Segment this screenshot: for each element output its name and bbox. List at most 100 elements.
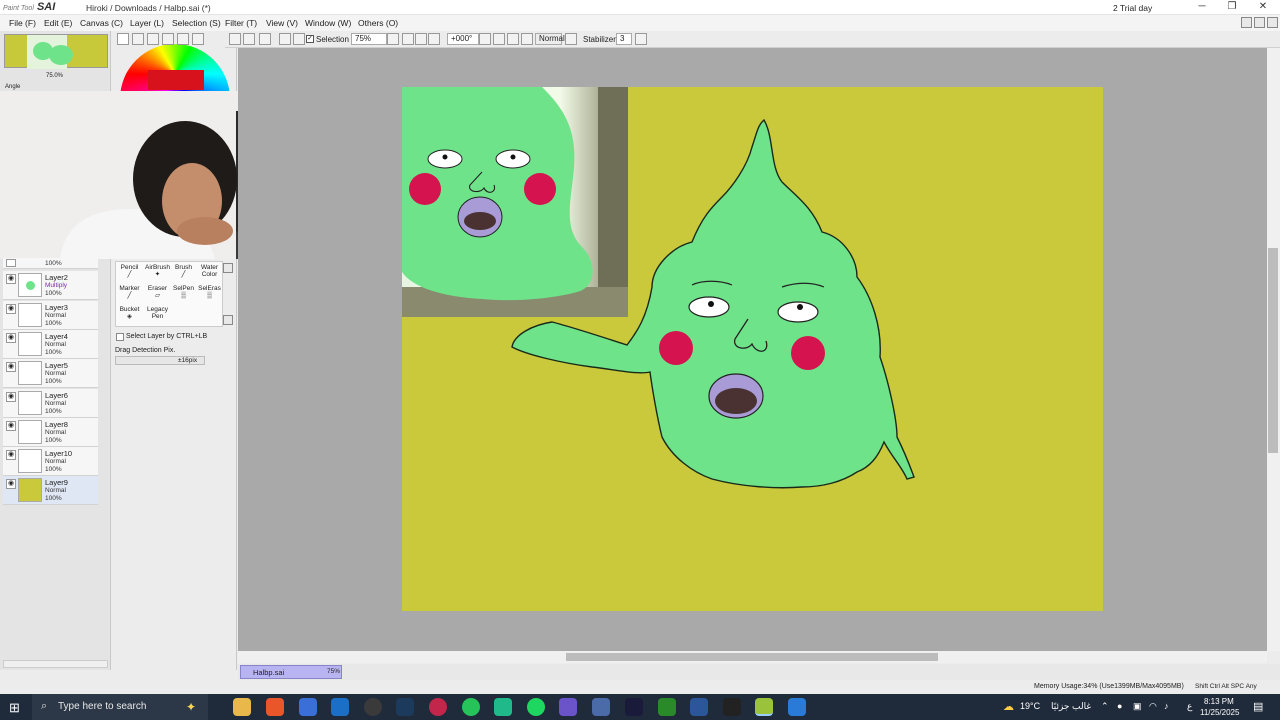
layer-row[interactable]: ◉ Layer5 Normal 100% [3, 359, 98, 388]
copilot-icon[interactable]: ✦ [186, 700, 196, 714]
rotate-right-icon[interactable] [493, 33, 505, 45]
angle-field[interactable]: +000° [447, 33, 479, 45]
zoom-reset-icon[interactable] [428, 33, 440, 45]
stabilizer-dropdown-icon[interactable] [635, 33, 647, 45]
menu-file[interactable]: File (F) [9, 18, 36, 28]
tray-chevron-icon[interactable]: ⌃ [1101, 701, 1109, 712]
app-icon[interactable] [494, 698, 512, 716]
undo-icon[interactable] [229, 33, 241, 45]
store-icon[interactable] [299, 698, 317, 716]
menu-selection[interactable]: Selection (S) [172, 18, 221, 28]
color-wheel-mode-icon[interactable] [117, 33, 129, 45]
menu-others[interactable]: Others (O) [358, 18, 398, 28]
menu-filter[interactable]: Filter (T) [225, 18, 257, 28]
weather-icon[interactable]: ☁ [1003, 700, 1014, 713]
paint-tool-sai-icon[interactable] [755, 698, 773, 716]
eye-icon[interactable]: ◉ [6, 274, 16, 284]
minimize-icon[interactable]: ─ [1187, 0, 1217, 14]
tray-icon[interactable]: ▣ [1133, 701, 1142, 712]
clock-date[interactable]: 11/25/2025 [1200, 708, 1239, 717]
layer-row[interactable]: ◉ Layer10 Normal 100% [3, 447, 98, 476]
steam-icon[interactable] [396, 698, 414, 716]
rgb-slider-icon[interactable] [132, 33, 144, 45]
eye-icon[interactable]: ◉ [6, 450, 16, 460]
zoom-out-icon[interactable] [402, 33, 414, 45]
chrome-icon[interactable] [429, 698, 447, 716]
reference-image[interactable] [402, 87, 628, 317]
zoom-in-icon[interactable] [415, 33, 427, 45]
tool-grid-scroll-up[interactable] [223, 263, 233, 273]
clock-time[interactable]: 8:13 PM [1204, 697, 1234, 706]
tool-airbrush[interactable]: AirBrush ✦ [144, 264, 171, 285]
windows-start-icon[interactable]: ⊞ [9, 700, 20, 716]
blend-mode-field[interactable]: Normal [535, 33, 565, 45]
navigator-thumbnail[interactable] [4, 34, 108, 69]
scratchpad-icon[interactable] [177, 33, 189, 45]
taskbar-search[interactable]: ⌕ Type here to search [32, 694, 208, 720]
drag-detection-slider[interactable]: ±16pix [115, 356, 205, 365]
rotate-left-icon[interactable] [479, 33, 491, 45]
redo-icon[interactable] [243, 33, 255, 45]
file-explorer-icon[interactable] [233, 698, 251, 716]
tool-selpen[interactable]: SelPen ▒ [170, 285, 197, 306]
discord-icon[interactable] [559, 698, 577, 716]
horizontal-scrollbar[interactable] [238, 651, 1267, 663]
xp-pen-icon[interactable] [723, 698, 741, 716]
layer-panel-scrollbar[interactable] [3, 660, 108, 668]
tool-seleras[interactable]: SelEras ▒ [196, 285, 223, 306]
word-icon[interactable] [690, 698, 708, 716]
select-layer-checkbox[interactable] [116, 333, 124, 341]
layer-row[interactable]: ◉ Layer6 Normal 100% [3, 389, 98, 418]
notifications-icon[interactable]: ▤ [1253, 700, 1263, 713]
brave-icon[interactable] [266, 698, 284, 716]
blend-dropdown-icon[interactable] [565, 33, 577, 45]
deselect-icon[interactable] [259, 33, 271, 45]
tool-legacy-pen[interactable]: Legacy Pen [144, 306, 171, 327]
layer-row[interactable]: 100% [3, 258, 98, 269]
zoom-dropdown-icon[interactable] [387, 33, 399, 45]
eye-icon[interactable]: ◉ [6, 333, 16, 343]
eye-icon[interactable]: ◉ [6, 362, 16, 372]
layer-row[interactable]: ◉ Layer8 Normal 100% [3, 418, 98, 447]
menu-canvas[interactable]: Canvas (C) [80, 18, 123, 28]
invert-selection-icon[interactable] [279, 33, 291, 45]
microphone-icon[interactable]: ● [1117, 701, 1122, 711]
eye-icon[interactable]: ◉ [6, 479, 16, 489]
show-selection-icon[interactable] [293, 33, 305, 45]
terminal-icon[interactable] [625, 698, 643, 716]
tool-watercolor[interactable]: Water Color [196, 264, 223, 285]
selection-checkbox[interactable]: ✓ [306, 35, 314, 43]
tool-pencil[interactable]: Pencil ╱ [116, 264, 143, 285]
stabilizer-field[interactable]: 3 [616, 33, 632, 45]
tool-bucket[interactable]: Bucket ◈ [116, 306, 143, 327]
mixer-icon[interactable] [192, 33, 204, 45]
menu-edit[interactable]: Edit (E) [44, 18, 72, 28]
mdi-close-button[interactable] [1267, 17, 1278, 28]
xbox-icon[interactable] [658, 698, 676, 716]
vertical-scrollbar[interactable] [1267, 48, 1280, 651]
spotify-icon[interactable] [527, 698, 545, 716]
layer-row[interactable]: ◉ Layer2 Multiply 100% [3, 271, 98, 300]
eye-icon[interactable]: ◉ [6, 392, 16, 402]
tool-eraser[interactable]: Eraser ▱ [144, 285, 171, 306]
wifi-icon[interactable]: ◠ [1149, 701, 1157, 712]
zoom-field[interactable]: 75% [351, 33, 387, 45]
horizontal-scroll-thumb[interactable] [566, 653, 938, 661]
volume-icon[interactable]: ♪ [1164, 701, 1169, 711]
eye-icon[interactable] [6, 259, 16, 267]
chatgpt-icon[interactable] [364, 698, 382, 716]
rotate-reset-icon[interactable] [507, 33, 519, 45]
menu-window[interactable]: Window (W) [305, 18, 351, 28]
tool-brush[interactable]: Brush ╱ [170, 264, 197, 285]
whatsapp-icon[interactable] [462, 698, 480, 716]
layer-row[interactable]: ◉ Layer3 Normal 100% [3, 301, 98, 330]
outlook-icon[interactable] [331, 698, 349, 716]
tool-marker[interactable]: Marker ╱ [116, 285, 143, 306]
vscode-icon[interactable] [592, 698, 610, 716]
mdi-minimize-button[interactable] [1241, 17, 1252, 28]
swatches-icon[interactable] [162, 33, 174, 45]
vertical-scroll-thumb[interactable] [1268, 248, 1278, 453]
mdi-restore-button[interactable] [1254, 17, 1265, 28]
maximize-icon[interactable]: ❐ [1217, 0, 1247, 14]
eye-icon[interactable]: ◉ [6, 304, 16, 314]
